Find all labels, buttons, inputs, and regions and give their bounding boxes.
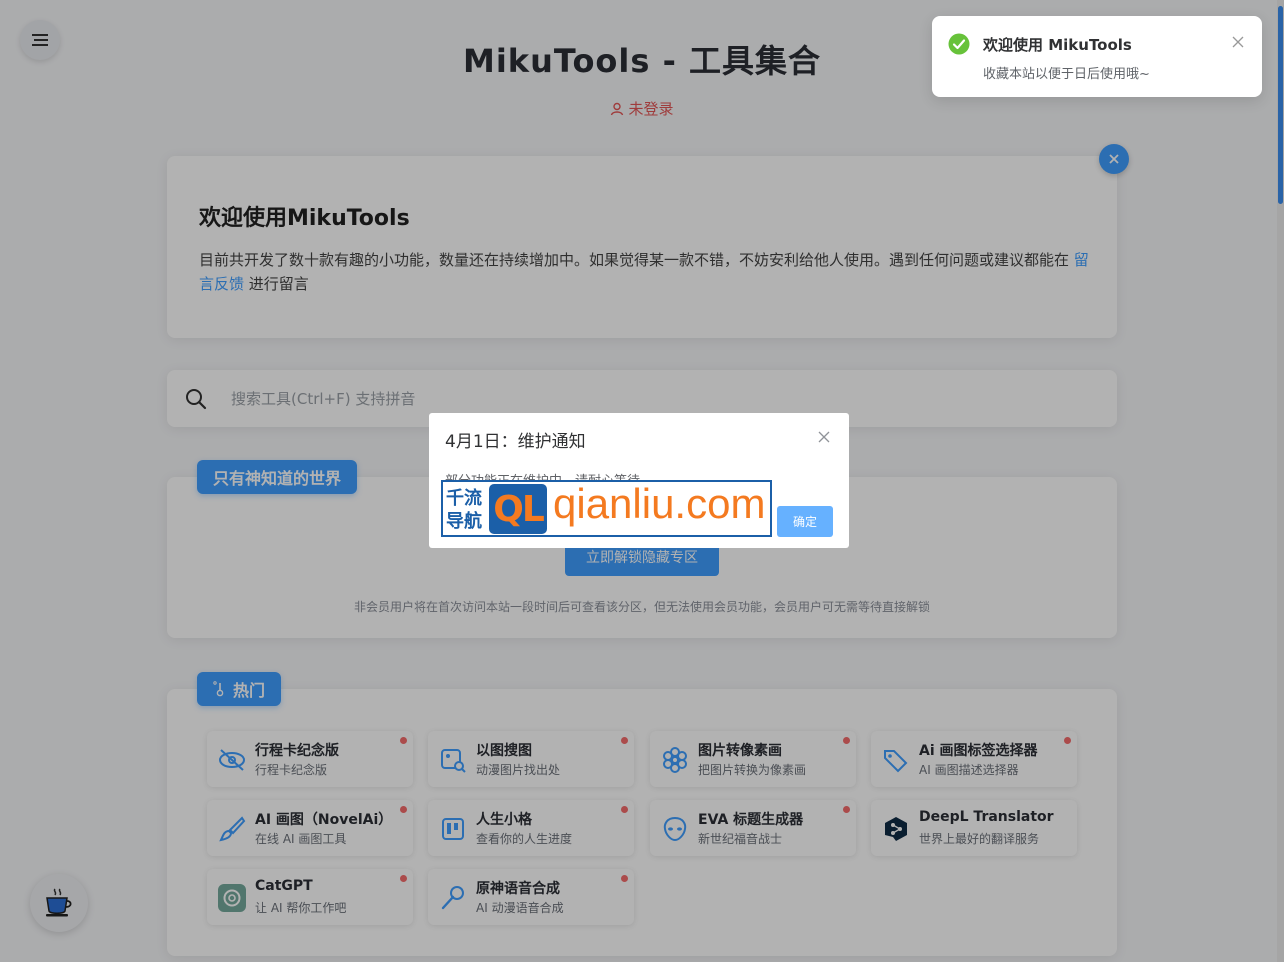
watermark-ql-badge: QL <box>489 484 547 534</box>
toast-message: 收藏本站以便于日后使用哦~ <box>983 67 1150 82</box>
close-icon[interactable] <box>1232 36 1244 48</box>
watermark-text: 千流 导航 <box>446 487 488 533</box>
toast-title: 欢迎使用 MikuTools <box>983 36 1132 54</box>
dialog-title: 4月1日：维护通知 <box>445 432 586 452</box>
qianliu-watermark-logo: 千流 导航 QL qianliu.com <box>441 480 772 537</box>
page: MikuTools - 工具集合 未登录 欢迎使用MikuTools 目前共开发… <box>0 0 1284 962</box>
success-check-icon <box>948 33 970 55</box>
welcome-toast: 欢迎使用 MikuTools 收藏本站以便于日后使用哦~ <box>932 16 1262 97</box>
close-icon[interactable] <box>818 431 830 443</box>
watermark-line-2: 导航 <box>446 511 482 532</box>
dialog-confirm-button[interactable]: 确定 <box>777 506 833 537</box>
watermark-line-1: 千流 <box>446 488 482 509</box>
watermark-url: qianliu.com <box>553 480 766 527</box>
